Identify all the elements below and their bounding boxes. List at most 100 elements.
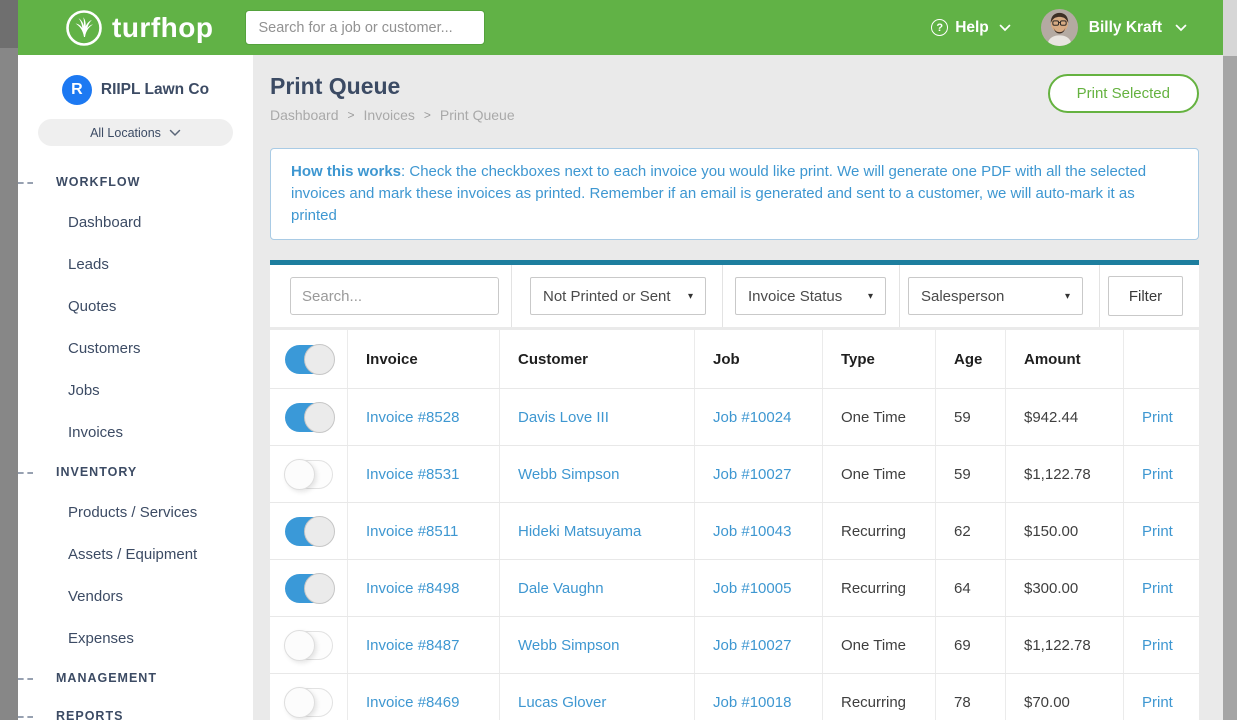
table-search-input[interactable]: [290, 277, 499, 315]
customer-link[interactable]: Lucas Glover: [518, 694, 606, 711]
print-link[interactable]: Print: [1142, 466, 1173, 483]
invoice-amount: $70.00: [1024, 694, 1070, 711]
section-dash-icon: [18, 182, 33, 184]
table-row: Invoice #8531 Webb Simpson Job #10027 On…: [270, 446, 1199, 503]
chevron-down-icon[interactable]: [1175, 19, 1187, 37]
invoice-type: One Time: [841, 637, 906, 654]
breadcrumb-separator: >: [348, 108, 355, 122]
row-toggle[interactable]: [285, 460, 333, 489]
salesperson-select[interactable]: Salesperson ▾: [908, 277, 1083, 315]
invoice-link[interactable]: Invoice #8498: [366, 580, 459, 597]
section-dash-icon: [18, 678, 33, 680]
filter-panel: Not Printed or Sent ▾ Invoice Status ▾ S…: [270, 260, 1199, 327]
toggle-knob: [304, 402, 335, 433]
customer-link[interactable]: Dale Vaughn: [518, 580, 604, 597]
help-menu[interactable]: ? Help: [931, 19, 1011, 37]
left-scrollbar-button[interactable]: [0, 0, 18, 48]
job-link[interactable]: Job #10027: [713, 466, 791, 483]
sidebar-item-dashboard[interactable]: Dashboard: [18, 201, 253, 243]
sidebar-item-vendors[interactable]: Vendors: [18, 575, 253, 617]
sidebar-item-invoices[interactable]: Invoices: [18, 411, 253, 453]
table-row: Invoice #8528 Davis Love III Job #10024 …: [270, 389, 1199, 446]
customer-link[interactable]: Hideki Matsuyama: [518, 523, 641, 540]
customer-link[interactable]: Webb Simpson: [518, 637, 619, 654]
column-header-customer: Customer: [500, 330, 695, 388]
table-row: Invoice #8511 Hideki Matsuyama Job #1004…: [270, 503, 1199, 560]
column-header-invoice: Invoice: [348, 330, 500, 388]
top-header-bar: turfhop ? Help Billy Kraft: [18, 0, 1223, 55]
section-dash-icon: [18, 716, 33, 718]
invoice-link[interactable]: Invoice #8511: [366, 523, 458, 540]
invoice-link[interactable]: Invoice #8531: [366, 466, 459, 483]
sidebar-item-assets-equipment[interactable]: Assets / Equipment: [18, 533, 253, 575]
row-toggle[interactable]: [285, 688, 333, 717]
info-banner-lead: How this works: [291, 163, 401, 180]
job-link[interactable]: Job #10043: [713, 523, 791, 540]
invoice-age: 64: [954, 580, 971, 597]
print-selected-button[interactable]: Print Selected: [1048, 74, 1199, 113]
caret-down-icon: ▾: [1065, 291, 1070, 302]
toggle-knob: [284, 459, 315, 490]
sidebar-item-products-services[interactable]: Products / Services: [18, 491, 253, 533]
section-header-workflow: WORKFLOW: [18, 163, 253, 201]
job-link[interactable]: Job #10027: [713, 637, 791, 654]
print-link[interactable]: Print: [1142, 409, 1173, 426]
section-header-inventory: INVENTORY: [18, 453, 253, 491]
sidebar-item-customers[interactable]: Customers: [18, 327, 253, 369]
job-link[interactable]: Job #10024: [713, 409, 791, 426]
print-link[interactable]: Print: [1142, 580, 1173, 597]
select-all-toggle[interactable]: [285, 345, 333, 374]
breadcrumb-dashboard[interactable]: Dashboard: [270, 107, 339, 123]
section-header-reports: REPORTS: [18, 697, 253, 720]
column-header-job: Job: [695, 330, 823, 388]
global-search-input[interactable]: [245, 10, 485, 45]
printed-status-select[interactable]: Not Printed or Sent ▾: [530, 277, 706, 315]
job-link[interactable]: Job #10018: [713, 694, 791, 711]
turfhop-grass-icon: [65, 9, 103, 47]
invoice-status-select[interactable]: Invoice Status ▾: [735, 277, 886, 315]
table-row: Invoice #8469 Lucas Glover Job #10018 Re…: [270, 674, 1199, 720]
sidebar-item-jobs[interactable]: Jobs: [18, 369, 253, 411]
left-scrollbar[interactable]: [0, 0, 18, 720]
column-header-actions: [1124, 330, 1199, 388]
salesperson-select-value: Salesperson: [921, 288, 1004, 305]
company-header: R RIIPL Lawn Co: [18, 75, 253, 105]
chevron-down-icon: [169, 129, 181, 137]
invoice-link[interactable]: Invoice #8528: [366, 409, 459, 426]
right-scrollbar-track[interactable]: [1223, 0, 1237, 720]
location-selector[interactable]: All Locations: [38, 119, 233, 146]
avatar[interactable]: [1041, 9, 1078, 46]
section-dash-icon: [18, 472, 33, 474]
job-link[interactable]: Job #10005: [713, 580, 791, 597]
invoice-link[interactable]: Invoice #8487: [366, 637, 459, 654]
row-toggle[interactable]: [285, 631, 333, 660]
invoice-age: 59: [954, 466, 971, 483]
print-link[interactable]: Print: [1142, 523, 1173, 540]
table-row: Invoice #8487 Webb Simpson Job #10027 On…: [270, 617, 1199, 674]
print-link[interactable]: Print: [1142, 637, 1173, 654]
invoice-type: Recurring: [841, 694, 906, 711]
filter-button[interactable]: Filter: [1108, 276, 1183, 316]
app-logo[interactable]: turfhop: [65, 9, 213, 47]
row-toggle[interactable]: [285, 403, 333, 432]
user-name[interactable]: Billy Kraft: [1089, 19, 1162, 37]
company-name: RIIPL Lawn Co: [101, 81, 209, 99]
sidebar-item-expenses[interactable]: Expenses: [18, 617, 253, 659]
section-header-management: MANAGEMENT: [18, 659, 253, 697]
right-scrollbar-thumb[interactable]: [1223, 56, 1237, 720]
invoice-type: One Time: [841, 409, 906, 426]
print-link[interactable]: Print: [1142, 694, 1173, 711]
help-icon: ?: [931, 19, 948, 36]
toggle-knob: [284, 687, 315, 718]
sidebar-item-quotes[interactable]: Quotes: [18, 285, 253, 327]
sidebar-item-leads[interactable]: Leads: [18, 243, 253, 285]
customer-link[interactable]: Davis Love III: [518, 409, 609, 426]
breadcrumb-invoices[interactable]: Invoices: [364, 107, 415, 123]
invoice-age: 78: [954, 694, 971, 711]
company-logo: R: [62, 75, 92, 105]
invoice-link[interactable]: Invoice #8469: [366, 694, 459, 711]
row-toggle[interactable]: [285, 574, 333, 603]
row-toggle[interactable]: [285, 517, 333, 546]
customer-link[interactable]: Webb Simpson: [518, 466, 619, 483]
invoice-amount: $300.00: [1024, 580, 1078, 597]
